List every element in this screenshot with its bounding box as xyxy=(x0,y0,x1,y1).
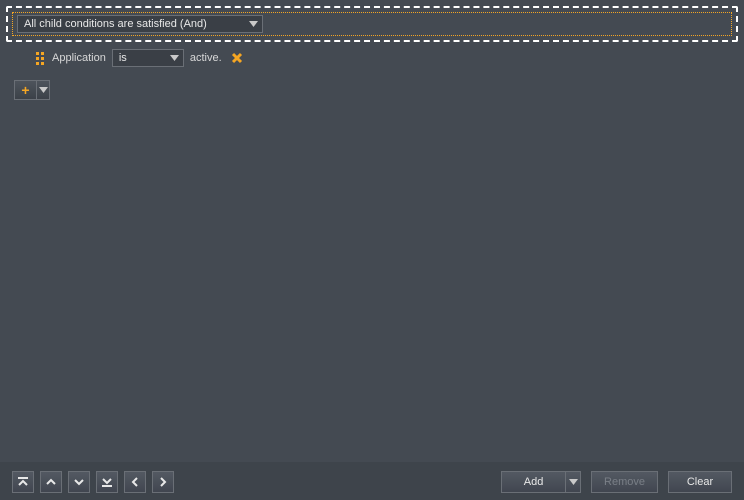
group-logic-dropdown[interactable]: All child conditions are satisfied (And) xyxy=(17,15,263,33)
add-button[interactable]: Add xyxy=(501,471,565,493)
remove-button-label: Remove xyxy=(604,476,645,488)
add-split-button: Add xyxy=(501,471,581,493)
add-button-label: Add xyxy=(524,476,544,488)
next-button[interactable] xyxy=(152,471,174,493)
chevron-down-icon xyxy=(39,87,48,93)
move-to-bottom-button[interactable] xyxy=(96,471,118,493)
chevron-down-icon xyxy=(244,18,258,30)
plus-icon: + xyxy=(21,83,29,97)
add-condition-dropdown[interactable] xyxy=(36,80,50,100)
condition-suffix-label: active. xyxy=(190,52,222,64)
chevron-left-icon xyxy=(129,476,141,488)
add-button-dropdown[interactable] xyxy=(565,471,581,493)
condition-row: Application is active. xyxy=(36,48,246,68)
move-up-button[interactable] xyxy=(40,471,62,493)
clear-button-label: Clear xyxy=(687,476,713,488)
chevron-top-icon xyxy=(17,476,29,488)
group-logic-label: All child conditions are satisfied (And) xyxy=(24,18,207,30)
chevron-right-icon xyxy=(157,476,169,488)
chevron-down-icon xyxy=(165,52,179,64)
condition-group-row[interactable]: All child conditions are satisfied (And) xyxy=(12,12,732,36)
previous-button[interactable] xyxy=(124,471,146,493)
clear-button[interactable]: Clear xyxy=(668,471,732,493)
add-condition-split-button: + xyxy=(14,80,50,100)
close-icon xyxy=(231,52,243,64)
chevron-up-icon xyxy=(45,476,57,488)
footer-toolbar: Add Remove Clear xyxy=(0,462,744,500)
move-down-button[interactable] xyxy=(68,471,90,493)
move-to-top-button[interactable] xyxy=(12,471,34,493)
chevron-bottom-icon xyxy=(101,476,113,488)
drag-handle-icon[interactable] xyxy=(36,52,46,64)
chevron-down-icon xyxy=(73,476,85,488)
remove-button: Remove xyxy=(591,471,658,493)
condition-subject-label: Application xyxy=(52,52,106,64)
chevron-down-icon xyxy=(569,479,578,485)
nav-button-group xyxy=(12,471,174,493)
condition-operator-dropdown[interactable]: is xyxy=(112,49,184,67)
delete-condition-button[interactable] xyxy=(228,49,246,67)
add-condition-button[interactable]: + xyxy=(14,80,36,100)
condition-operator-label: is xyxy=(119,52,127,64)
action-button-group: Add Remove Clear xyxy=(501,471,732,493)
